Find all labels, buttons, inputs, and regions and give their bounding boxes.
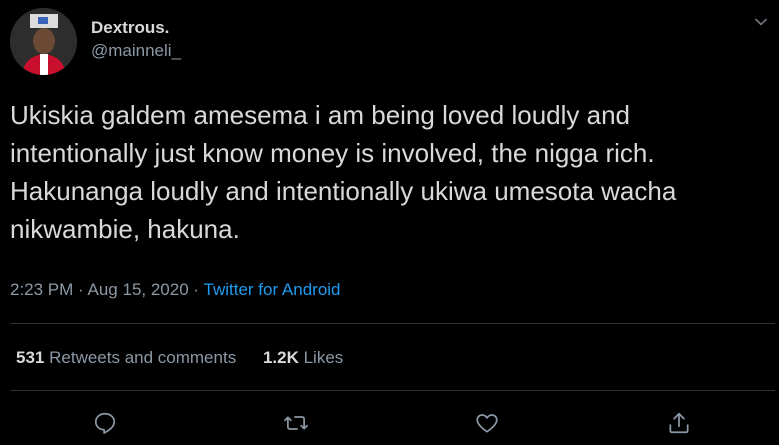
meta-separator: · (78, 280, 84, 299)
tweet-stats: 531 Retweets and comments 1.2K Likes (16, 346, 343, 370)
retweet-icon[interactable] (283, 410, 309, 436)
tweet-source-link[interactable]: Twitter for Android (204, 280, 341, 299)
meta-separator: · (193, 280, 200, 299)
tweet-text: Ukiskia galdem amesema i am being loved … (10, 100, 677, 244)
chevron-down-icon[interactable] (753, 14, 769, 30)
divider (10, 323, 775, 324)
divider (10, 390, 775, 391)
likes-label: Likes (303, 348, 344, 367)
tweet-card: Dextrous. @mainneli_ Ukiskia galdem ames… (0, 0, 779, 445)
likes-stat[interactable]: 1.2K Likes (263, 346, 343, 370)
share-icon[interactable] (666, 410, 692, 436)
reply-icon[interactable] (92, 410, 118, 436)
avatar[interactable] (10, 8, 77, 75)
retweets-label: Retweets and comments (49, 348, 237, 367)
display-name[interactable]: Dextrous. (91, 18, 181, 38)
retweets-stat[interactable]: 531 Retweets and comments (16, 346, 236, 370)
tweet-time[interactable]: 2:23 PM (10, 280, 73, 299)
retweets-count: 531 (16, 348, 45, 367)
tweet-date[interactable]: Aug 15, 2020 (88, 280, 189, 299)
user-handle[interactable]: @mainneli_ (91, 40, 181, 62)
action-bar (0, 410, 779, 440)
tweet-meta: 2:23 PM · Aug 15, 2020 · Twitter for And… (10, 279, 341, 301)
avatar-image (10, 8, 77, 75)
heart-icon[interactable] (474, 410, 500, 436)
user-info: Dextrous. @mainneli_ (91, 18, 181, 62)
likes-count: 1.2K (262, 348, 299, 367)
